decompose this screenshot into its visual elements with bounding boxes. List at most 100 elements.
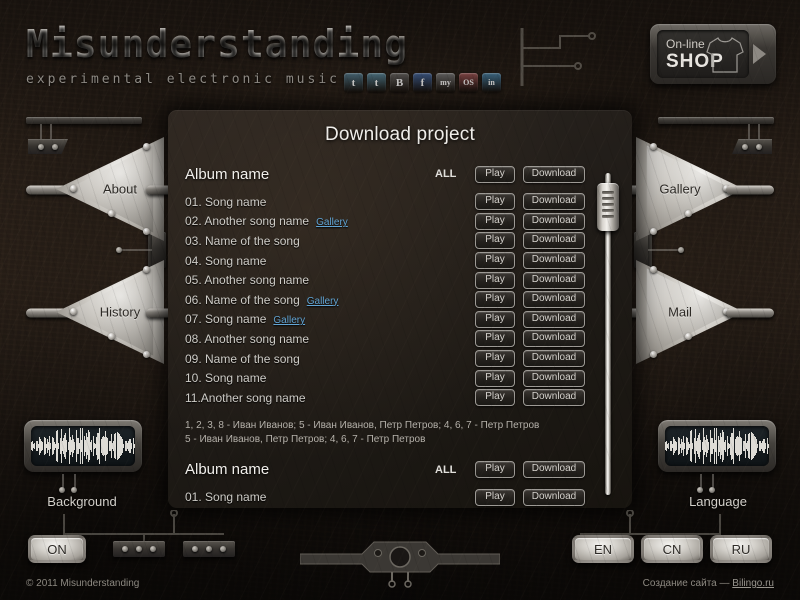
play-button[interactable]: Play: [475, 389, 515, 407]
rivet: [108, 333, 115, 340]
chip-dot: [122, 546, 128, 552]
download-panel: Download project Album name ALL Play Downlo…: [168, 110, 632, 508]
site-credit: Создание сайта — Bilingo.ru: [643, 578, 774, 589]
panel-scrollbar[interactable]: [597, 173, 619, 495]
song-row: 01. Song name Play Download: [185, 488, 585, 508]
bilingo-link[interactable]: Bilingo.ru: [732, 578, 774, 589]
background-waveform-button[interactable]: [24, 420, 142, 472]
play-button[interactable]: Play: [475, 369, 515, 387]
download-button[interactable]: Download: [523, 330, 585, 348]
bracket-top-left: [26, 117, 142, 124]
site-credit-prefix: Создание сайта —: [642, 578, 733, 589]
download-button[interactable]: Download: [523, 232, 585, 250]
language-en-button[interactable]: EN: [572, 535, 634, 563]
chip-dot: [150, 546, 156, 552]
language-en-label: EN: [593, 541, 613, 557]
song-gallery-link[interactable]: Gallery: [307, 296, 339, 307]
song-row: 03. Name of the song Play Download: [185, 231, 585, 251]
song-row: 10. Song name Play Download: [185, 368, 585, 388]
song-row: 05. Another song name Play Download: [185, 270, 585, 290]
myspace-icon[interactable]: my: [436, 73, 455, 92]
row-actions: Play Download: [475, 271, 585, 289]
play-button[interactable]: Play: [475, 193, 515, 211]
scrollbar-thumb[interactable]: [597, 183, 619, 231]
play-button[interactable]: Play: [475, 165, 515, 183]
grip-line: [602, 191, 614, 194]
play-button[interactable]: Play: [475, 291, 515, 309]
song-gallery-link[interactable]: Gallery: [273, 315, 305, 326]
waveform-display-background: [31, 426, 135, 466]
download-button[interactable]: Download: [523, 271, 585, 289]
facebook-icon[interactable]: f: [413, 73, 432, 92]
language-cn-button[interactable]: CN: [641, 535, 703, 563]
song-row: 04. Song name Play Download: [185, 251, 585, 271]
download-button[interactable]: Download: [523, 389, 585, 407]
play-button[interactable]: Play: [475, 271, 515, 289]
wire-left-node: [120, 249, 152, 251]
download-button[interactable]: Download: [523, 488, 585, 506]
twitter-alt-icon[interactable]: t: [367, 73, 386, 92]
shop-arrow-icon: [753, 44, 766, 64]
download-button[interactable]: Download: [523, 461, 585, 479]
album-name: Album name: [185, 461, 270, 479]
song-row: 06. Name of the song Gallery Play Download: [185, 290, 585, 310]
lastfm-icon[interactable]: OS: [459, 73, 478, 92]
wire-dot: [709, 487, 715, 493]
download-button[interactable]: Download: [523, 212, 585, 230]
grip-line: [602, 197, 614, 200]
play-button[interactable]: Play: [475, 350, 515, 368]
song-title: 11.Another song name: [185, 390, 306, 405]
song-row: 01. Song name Play Download: [185, 192, 585, 212]
twitter-icon[interactable]: t: [344, 73, 363, 92]
song-title: 01. Song name: [185, 490, 267, 505]
song-row: 09. Name of the song Play Download: [185, 349, 585, 369]
song-title: 04. Song name: [185, 253, 267, 268]
play-button[interactable]: Play: [475, 310, 515, 328]
chip-dot: [38, 143, 44, 150]
download-button[interactable]: Download: [523, 165, 585, 183]
download-button[interactable]: Download: [523, 193, 585, 211]
linkedin-icon[interactable]: in: [482, 73, 501, 92]
play-button[interactable]: Play: [475, 232, 515, 250]
play-button[interactable]: Play: [475, 252, 515, 270]
language-label: Language: [689, 494, 747, 509]
row-actions: Play Download: [475, 212, 585, 230]
all-label: ALL: [435, 168, 457, 180]
grip-line: [602, 203, 614, 206]
shop-screen: On-line SHOP: [657, 30, 749, 78]
background-label: Background: [47, 494, 117, 509]
header-circuit-decoration: [520, 28, 596, 86]
play-button[interactable]: Play: [475, 488, 515, 506]
play-button[interactable]: Play: [475, 461, 515, 479]
song-title: 03. Name of the song: [185, 233, 300, 248]
pin-gallery-right: [726, 185, 774, 195]
language-ru-button[interactable]: RU: [710, 535, 772, 563]
online-shop-button[interactable]: On-line SHOP: [650, 24, 776, 84]
rivet: [650, 228, 657, 235]
wire-dot: [697, 487, 703, 493]
download-button[interactable]: Download: [523, 350, 585, 368]
download-button[interactable]: Download: [523, 310, 585, 328]
play-button[interactable]: Play: [475, 212, 515, 230]
shop-line1: On-line: [666, 37, 705, 51]
chip-dot: [220, 546, 226, 552]
pin-mail-right: [726, 308, 774, 318]
waveform-display-language: [665, 426, 769, 466]
row-actions: Play Download: [475, 165, 585, 183]
album-header-row: Album name ALL Play Download: [185, 162, 585, 186]
song-title: 05. Another song name: [185, 273, 310, 288]
rivet: [650, 143, 657, 150]
node-dot-left: [116, 247, 122, 253]
language-waveform-button[interactable]: [658, 420, 776, 472]
power-on-button[interactable]: ON: [28, 535, 86, 563]
row-actions: Play Download: [475, 369, 585, 387]
download-button[interactable]: Download: [523, 291, 585, 309]
rivet: [143, 351, 150, 358]
album-credits: 1, 2, 3, 8 - Иван Иванов; 5 - Иван Ивано…: [185, 419, 585, 447]
song-gallery-link[interactable]: Gallery: [316, 217, 348, 228]
download-button[interactable]: Download: [523, 252, 585, 270]
blogger-icon[interactable]: B: [390, 73, 409, 92]
download-button[interactable]: Download: [523, 369, 585, 387]
album-name: Album name: [185, 165, 270, 183]
play-button[interactable]: Play: [475, 330, 515, 348]
